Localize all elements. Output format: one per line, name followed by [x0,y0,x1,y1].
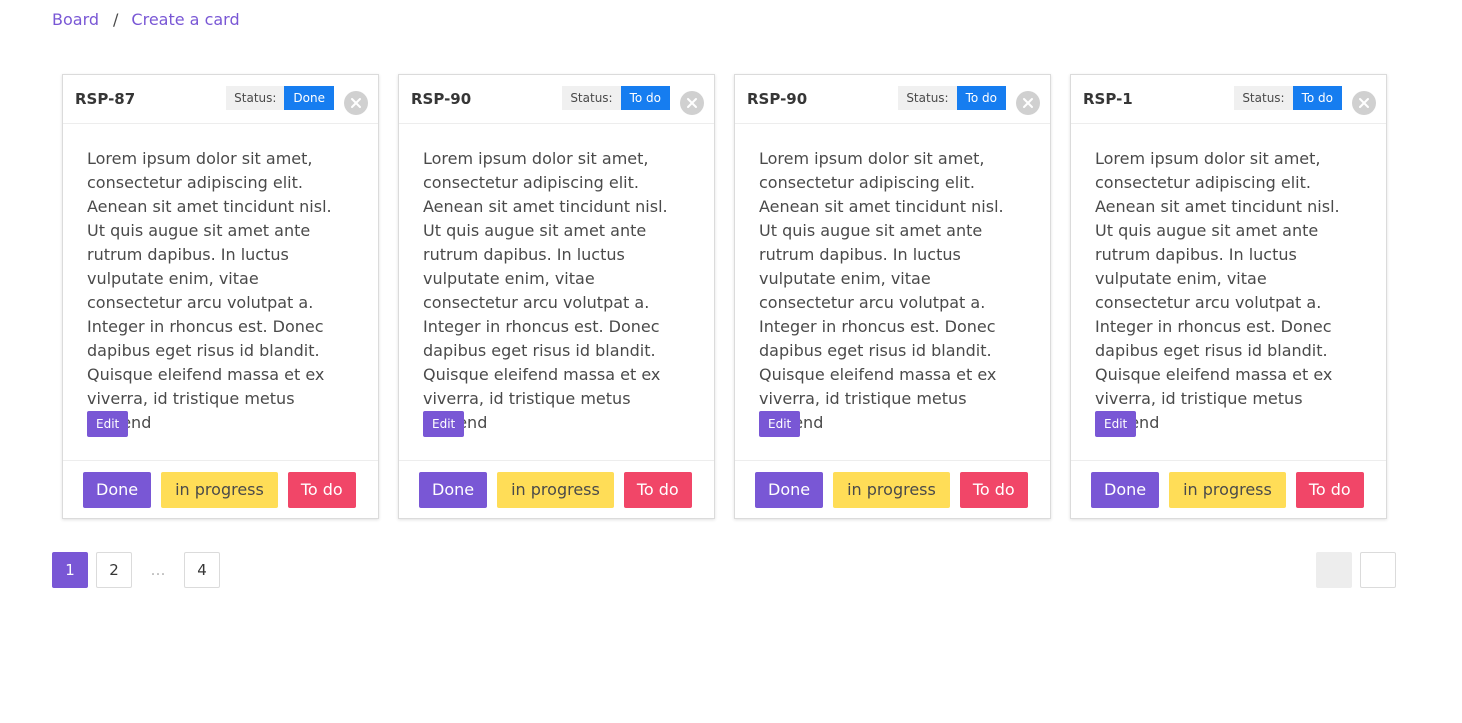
status-tag-label: Status: [226,86,285,110]
done-button[interactable]: Done [83,471,152,508]
page-link-2[interactable]: 2 [96,552,132,588]
card-description: Lorem ipsum dolor sit amet, consectetur … [423,149,668,432]
card: RSP-90 Status: To do Lorem ipsum dolor s… [398,74,715,519]
card-header: RSP-1 Status: To do [1071,75,1386,124]
done-button[interactable]: Done [755,471,824,508]
status-tag-label: Status: [1234,86,1293,110]
previous-page-button [1316,552,1352,588]
card-header: RSP-90 Status: To do [399,75,714,124]
done-button[interactable]: Done [419,471,488,508]
card-header: RSP-90 Status: To do [735,75,1050,124]
close-icon[interactable] [680,91,704,115]
card-footer: Done in progress To do [399,460,714,518]
page-link-4[interactable]: 4 [184,552,220,588]
status-tag: Status: To do [898,86,1006,110]
in-progress-button[interactable]: in progress [497,471,614,508]
breadcrumb-separator: / [113,10,119,29]
status-tag-value: To do [956,86,1006,110]
card-description: Lorem ipsum dolor sit amet, consectetur … [1095,149,1340,432]
pagination: 1 2 … 4 [52,552,228,588]
close-icon[interactable] [1016,91,1040,115]
card: RSP-90 Status: To do Lorem ipsum dolor s… [734,74,1051,519]
card-content: Lorem ipsum dolor sit amet, consectetur … [735,124,1050,461]
edit-button[interactable]: Edit [1095,411,1137,437]
card-content: Lorem ipsum dolor sit amet, consectetur … [399,124,714,461]
to-do-button[interactable]: To do [287,471,356,508]
card-description: Lorem ipsum dolor sit amet, consectetur … [87,149,332,432]
card-list: RSP-87 Status: Done Lorem ipsum dolor si… [62,74,1387,519]
status-tag: Status: To do [562,86,670,110]
card: RSP-1 Status: To do Lorem ipsum dolor si… [1070,74,1387,519]
card-content: Lorem ipsum dolor sit amet, consectetur … [63,124,378,461]
pagination-nav [1316,552,1396,588]
to-do-button[interactable]: To do [623,471,692,508]
edit-button[interactable]: Edit [759,411,801,437]
breadcrumb-create-card-link[interactable]: Create a card [131,9,239,31]
card-description: Lorem ipsum dolor sit amet, consectetur … [759,149,1004,432]
in-progress-button[interactable]: in progress [833,471,950,508]
status-tag-value: To do [1292,86,1342,110]
status-tag: Status: Done [226,86,334,110]
in-progress-button[interactable]: in progress [161,471,278,508]
pagination-ellipsis: … [150,561,166,579]
status-tag-label: Status: [898,86,957,110]
status-tag-value: To do [620,86,670,110]
in-progress-button[interactable]: in progress [1169,471,1286,508]
status-tag-value: Done [284,86,334,110]
page-link-1[interactable]: 1 [52,552,88,588]
card-title: RSP-90 [411,90,472,108]
card-title: RSP-87 [75,90,136,108]
done-button[interactable]: Done [1091,471,1160,508]
card-footer: Done in progress To do [63,460,378,518]
close-icon[interactable] [344,91,368,115]
card-content: Lorem ipsum dolor sit amet, consectetur … [1071,124,1386,461]
card: RSP-87 Status: Done Lorem ipsum dolor si… [62,74,379,519]
edit-button[interactable]: Edit [87,411,129,437]
to-do-button[interactable]: To do [1295,471,1364,508]
breadcrumb-board-link[interactable]: Board [52,9,99,31]
edit-button[interactable]: Edit [423,411,465,437]
card-header: RSP-87 Status: Done [63,75,378,124]
status-tag-label: Status: [562,86,621,110]
card-title: RSP-1 [1083,90,1133,108]
card-footer: Done in progress To do [1071,460,1386,518]
breadcrumb: Board / Create a card [52,9,240,31]
status-tag: Status: To do [1234,86,1342,110]
next-page-button[interactable] [1360,552,1396,588]
card-footer: Done in progress To do [735,460,1050,518]
close-icon[interactable] [1352,91,1376,115]
to-do-button[interactable]: To do [959,471,1028,508]
card-title: RSP-90 [747,90,808,108]
